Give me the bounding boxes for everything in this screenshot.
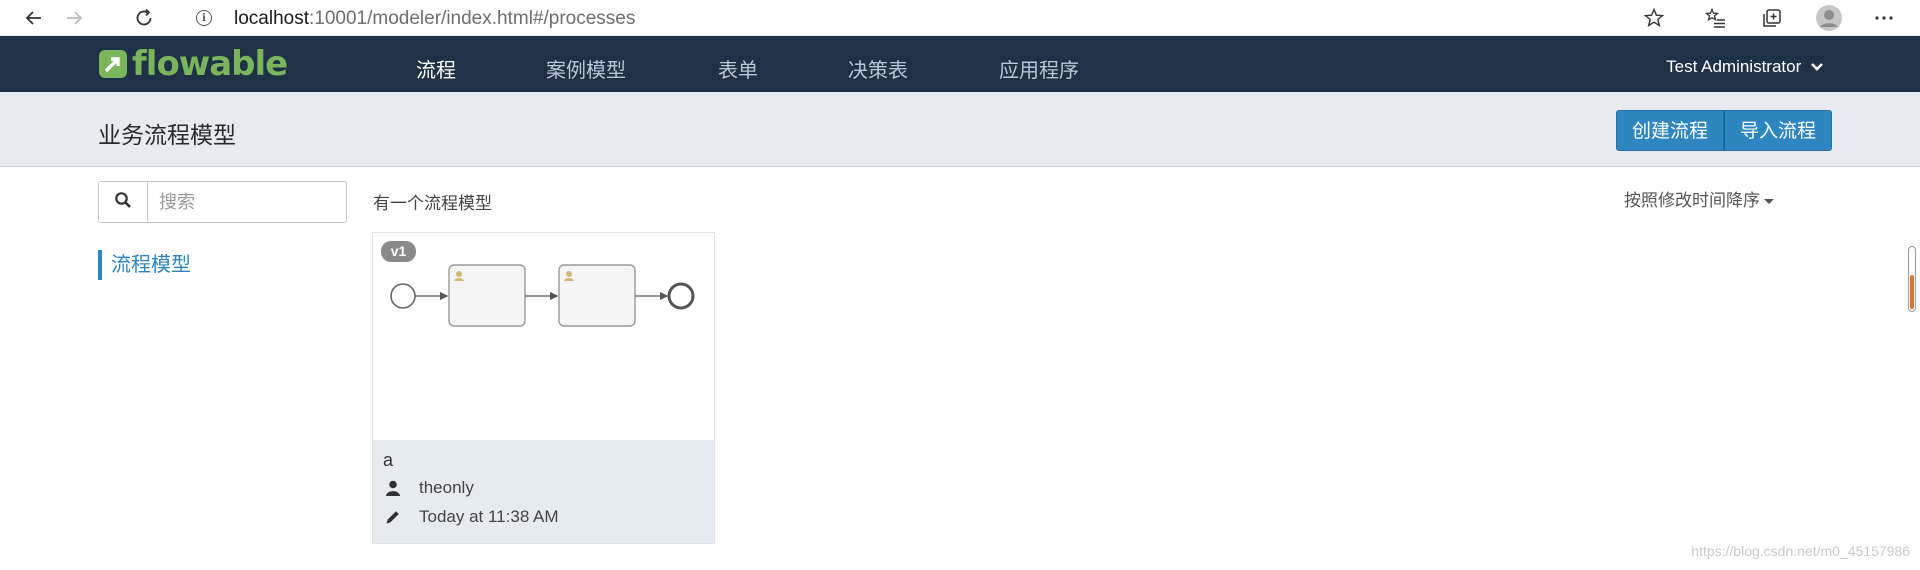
profile-icon[interactable] xyxy=(1815,5,1843,31)
more-icon[interactable] xyxy=(1872,6,1896,30)
user-icon xyxy=(383,478,403,498)
caret-down-icon xyxy=(1764,199,1774,205)
process-diagram-thumbnail[interactable]: v1 xyxy=(373,233,714,440)
url-text[interactable]: localhost:10001/modeler/index.html#/proc… xyxy=(234,8,635,30)
app-root: i localhost:10001/modeler/index.html#/pr… xyxy=(0,0,1920,570)
url-host: localhost xyxy=(234,8,309,29)
collections-icon[interactable] xyxy=(1760,6,1784,30)
pencil-icon xyxy=(383,507,403,527)
owner-row: theonly xyxy=(383,478,474,498)
page-title: 业务流程模型 xyxy=(98,122,236,148)
address-bar[interactable]: i localhost:10001/modeler/index.html#/pr… xyxy=(180,2,1680,34)
bpmn-diagram xyxy=(390,264,695,327)
refresh-icon[interactable] xyxy=(132,6,156,30)
chevron-down-icon xyxy=(1810,58,1824,78)
modified-time: Today at 11:38 AM xyxy=(419,507,559,526)
model-name[interactable]: a xyxy=(383,450,393,471)
nav-forms[interactable]: 表单 xyxy=(718,54,758,83)
nav-apps[interactable]: 应用程序 xyxy=(999,54,1079,83)
header-button-group: 创建流程 导入流程 xyxy=(1616,110,1833,151)
nav-processes[interactable]: 流程 xyxy=(416,54,456,83)
watermark: https://blog.csdn.net/m0_45157986 xyxy=(1691,543,1910,559)
sort-label: 按照修改时间降序 xyxy=(1624,191,1760,210)
search-button[interactable] xyxy=(99,182,148,222)
scrollbar[interactable] xyxy=(1908,246,1916,312)
end-event xyxy=(667,282,695,310)
forward-arrow-icon[interactable] xyxy=(62,6,86,30)
start-event xyxy=(390,283,416,309)
search-input[interactable] xyxy=(149,182,346,222)
page-header: 业务流程模型 创建流程 导入流程 xyxy=(0,92,1920,167)
create-process-button[interactable]: 创建流程 xyxy=(1616,110,1725,151)
modified-row: Today at 11:38 AM xyxy=(383,507,559,527)
process-model-card[interactable]: v1 a theonly Today at 11:38 AM xyxy=(372,232,715,544)
flowable-logo-mark-icon xyxy=(99,50,127,78)
info-icon[interactable]: i xyxy=(196,10,212,26)
nav-case-models[interactable]: 案例模型 xyxy=(546,54,626,83)
flowable-logo[interactable]: flowable xyxy=(98,44,288,84)
nav-decision-tables[interactable]: 决策表 xyxy=(848,54,908,83)
owner-name: theonly xyxy=(419,478,474,497)
sidebar-item-process-models[interactable]: 流程模型 xyxy=(98,250,191,280)
version-badge: v1 xyxy=(381,241,416,262)
user-menu[interactable]: Test Administrator xyxy=(1666,57,1824,78)
favorite-star-icon[interactable] xyxy=(1642,6,1666,30)
user-name: Test Administrator xyxy=(1666,57,1802,76)
app-navbar: flowable 流程 案例模型 表单 决策表 应用程序 Test Admini… xyxy=(0,36,1920,92)
back-arrow-icon[interactable] xyxy=(22,6,46,30)
browser-toolbar: i localhost:10001/modeler/index.html#/pr… xyxy=(0,0,1920,36)
import-process-button[interactable]: 导入流程 xyxy=(1724,110,1833,151)
model-count-text: 有一个流程模型 xyxy=(373,194,492,213)
search-box xyxy=(98,181,347,223)
favorites-list-icon[interactable] xyxy=(1704,6,1728,30)
brand-text: flowable xyxy=(132,44,288,84)
url-path: :10001/modeler/index.html#/processes xyxy=(309,8,636,29)
card-info: a theonly Today at 11:38 AM xyxy=(373,440,714,543)
search-icon xyxy=(114,191,132,214)
active-nav-indicator xyxy=(430,84,446,92)
scrollbar-thumb[interactable] xyxy=(1910,275,1914,309)
sort-dropdown[interactable]: 按照修改时间降序 xyxy=(1624,186,1774,211)
